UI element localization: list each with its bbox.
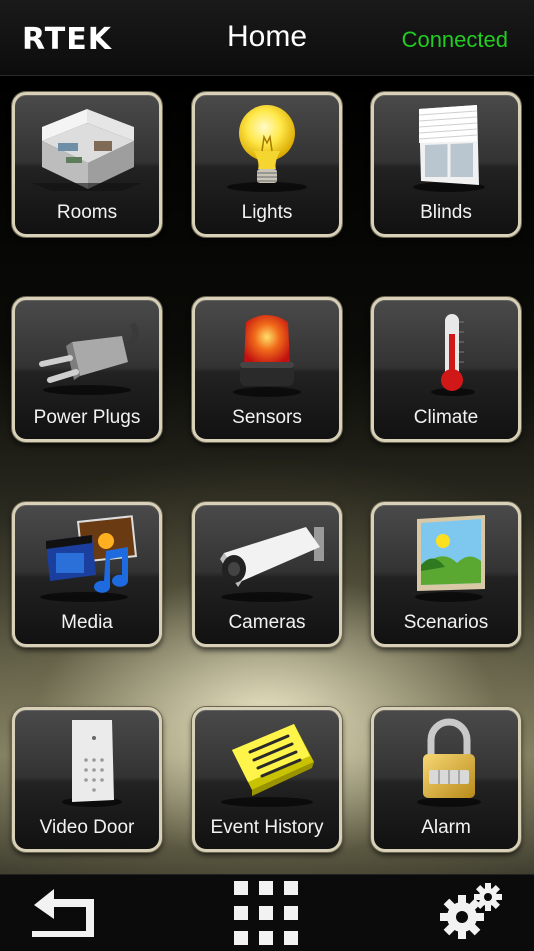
- window-blind-icon: [374, 101, 518, 193]
- bottom-toolbar: [0, 874, 534, 951]
- alarm-siren-icon: [195, 306, 339, 398]
- door-keypad-icon: [15, 716, 159, 808]
- tile-label: Rooms: [56, 202, 118, 223]
- header-bar: RTEK Home Connected: [0, 0, 534, 76]
- tile-climate[interactable]: Climate: [371, 297, 521, 442]
- main-menu-button[interactable]: [230, 875, 304, 951]
- tile-media[interactable]: Media: [12, 502, 162, 647]
- power-plug-icon: [15, 306, 159, 398]
- tile-label: Video Door: [39, 817, 135, 838]
- tile-grid: Rooms Lights Blinds Power Plugs Sensors …: [0, 76, 534, 874]
- tile-blinds[interactable]: Blinds: [371, 92, 521, 237]
- tile-label: Alarm: [421, 817, 471, 838]
- grid-menu-icon: [230, 875, 304, 951]
- gears-icon: [436, 875, 508, 951]
- media-film-music-icon: [15, 511, 159, 603]
- tile-rooms[interactable]: Rooms: [12, 92, 162, 237]
- tile-power-plugs[interactable]: Power Plugs: [12, 297, 162, 442]
- security-camera-icon: [195, 511, 339, 603]
- tile-label: Scenarios: [403, 612, 489, 633]
- tile-label: Climate: [413, 407, 479, 428]
- tile-label: Lights: [241, 202, 293, 223]
- tile-label: Media: [61, 612, 113, 633]
- tile-label: Blinds: [420, 202, 472, 223]
- back-button[interactable]: [24, 875, 104, 951]
- tile-event-history[interactable]: Event History: [192, 707, 342, 852]
- tile-cameras[interactable]: Cameras: [192, 502, 342, 647]
- tile-label: Sensors: [232, 407, 302, 428]
- light-bulb-icon: [195, 101, 339, 193]
- back-arrow-icon: [24, 875, 104, 951]
- notebook-icon: [195, 716, 339, 808]
- thermometer-icon: [374, 306, 518, 398]
- tile-label: Cameras: [228, 612, 306, 633]
- tile-label: Power Plugs: [33, 407, 141, 428]
- tile-video-door[interactable]: Video Door: [12, 707, 162, 852]
- tile-alarm[interactable]: Alarm: [371, 707, 521, 852]
- tile-label: Event History: [210, 817, 324, 838]
- settings-button[interactable]: [436, 875, 508, 951]
- tile-sensors[interactable]: Sensors: [192, 297, 342, 442]
- connection-status: Connected: [401, 27, 508, 52]
- tile-lights[interactable]: Lights: [192, 92, 342, 237]
- tile-scenarios[interactable]: Scenarios: [371, 502, 521, 647]
- house-cutaway-icon: [15, 101, 159, 193]
- padlock-icon: [374, 716, 518, 808]
- landscape-picture-icon: [374, 511, 518, 603]
